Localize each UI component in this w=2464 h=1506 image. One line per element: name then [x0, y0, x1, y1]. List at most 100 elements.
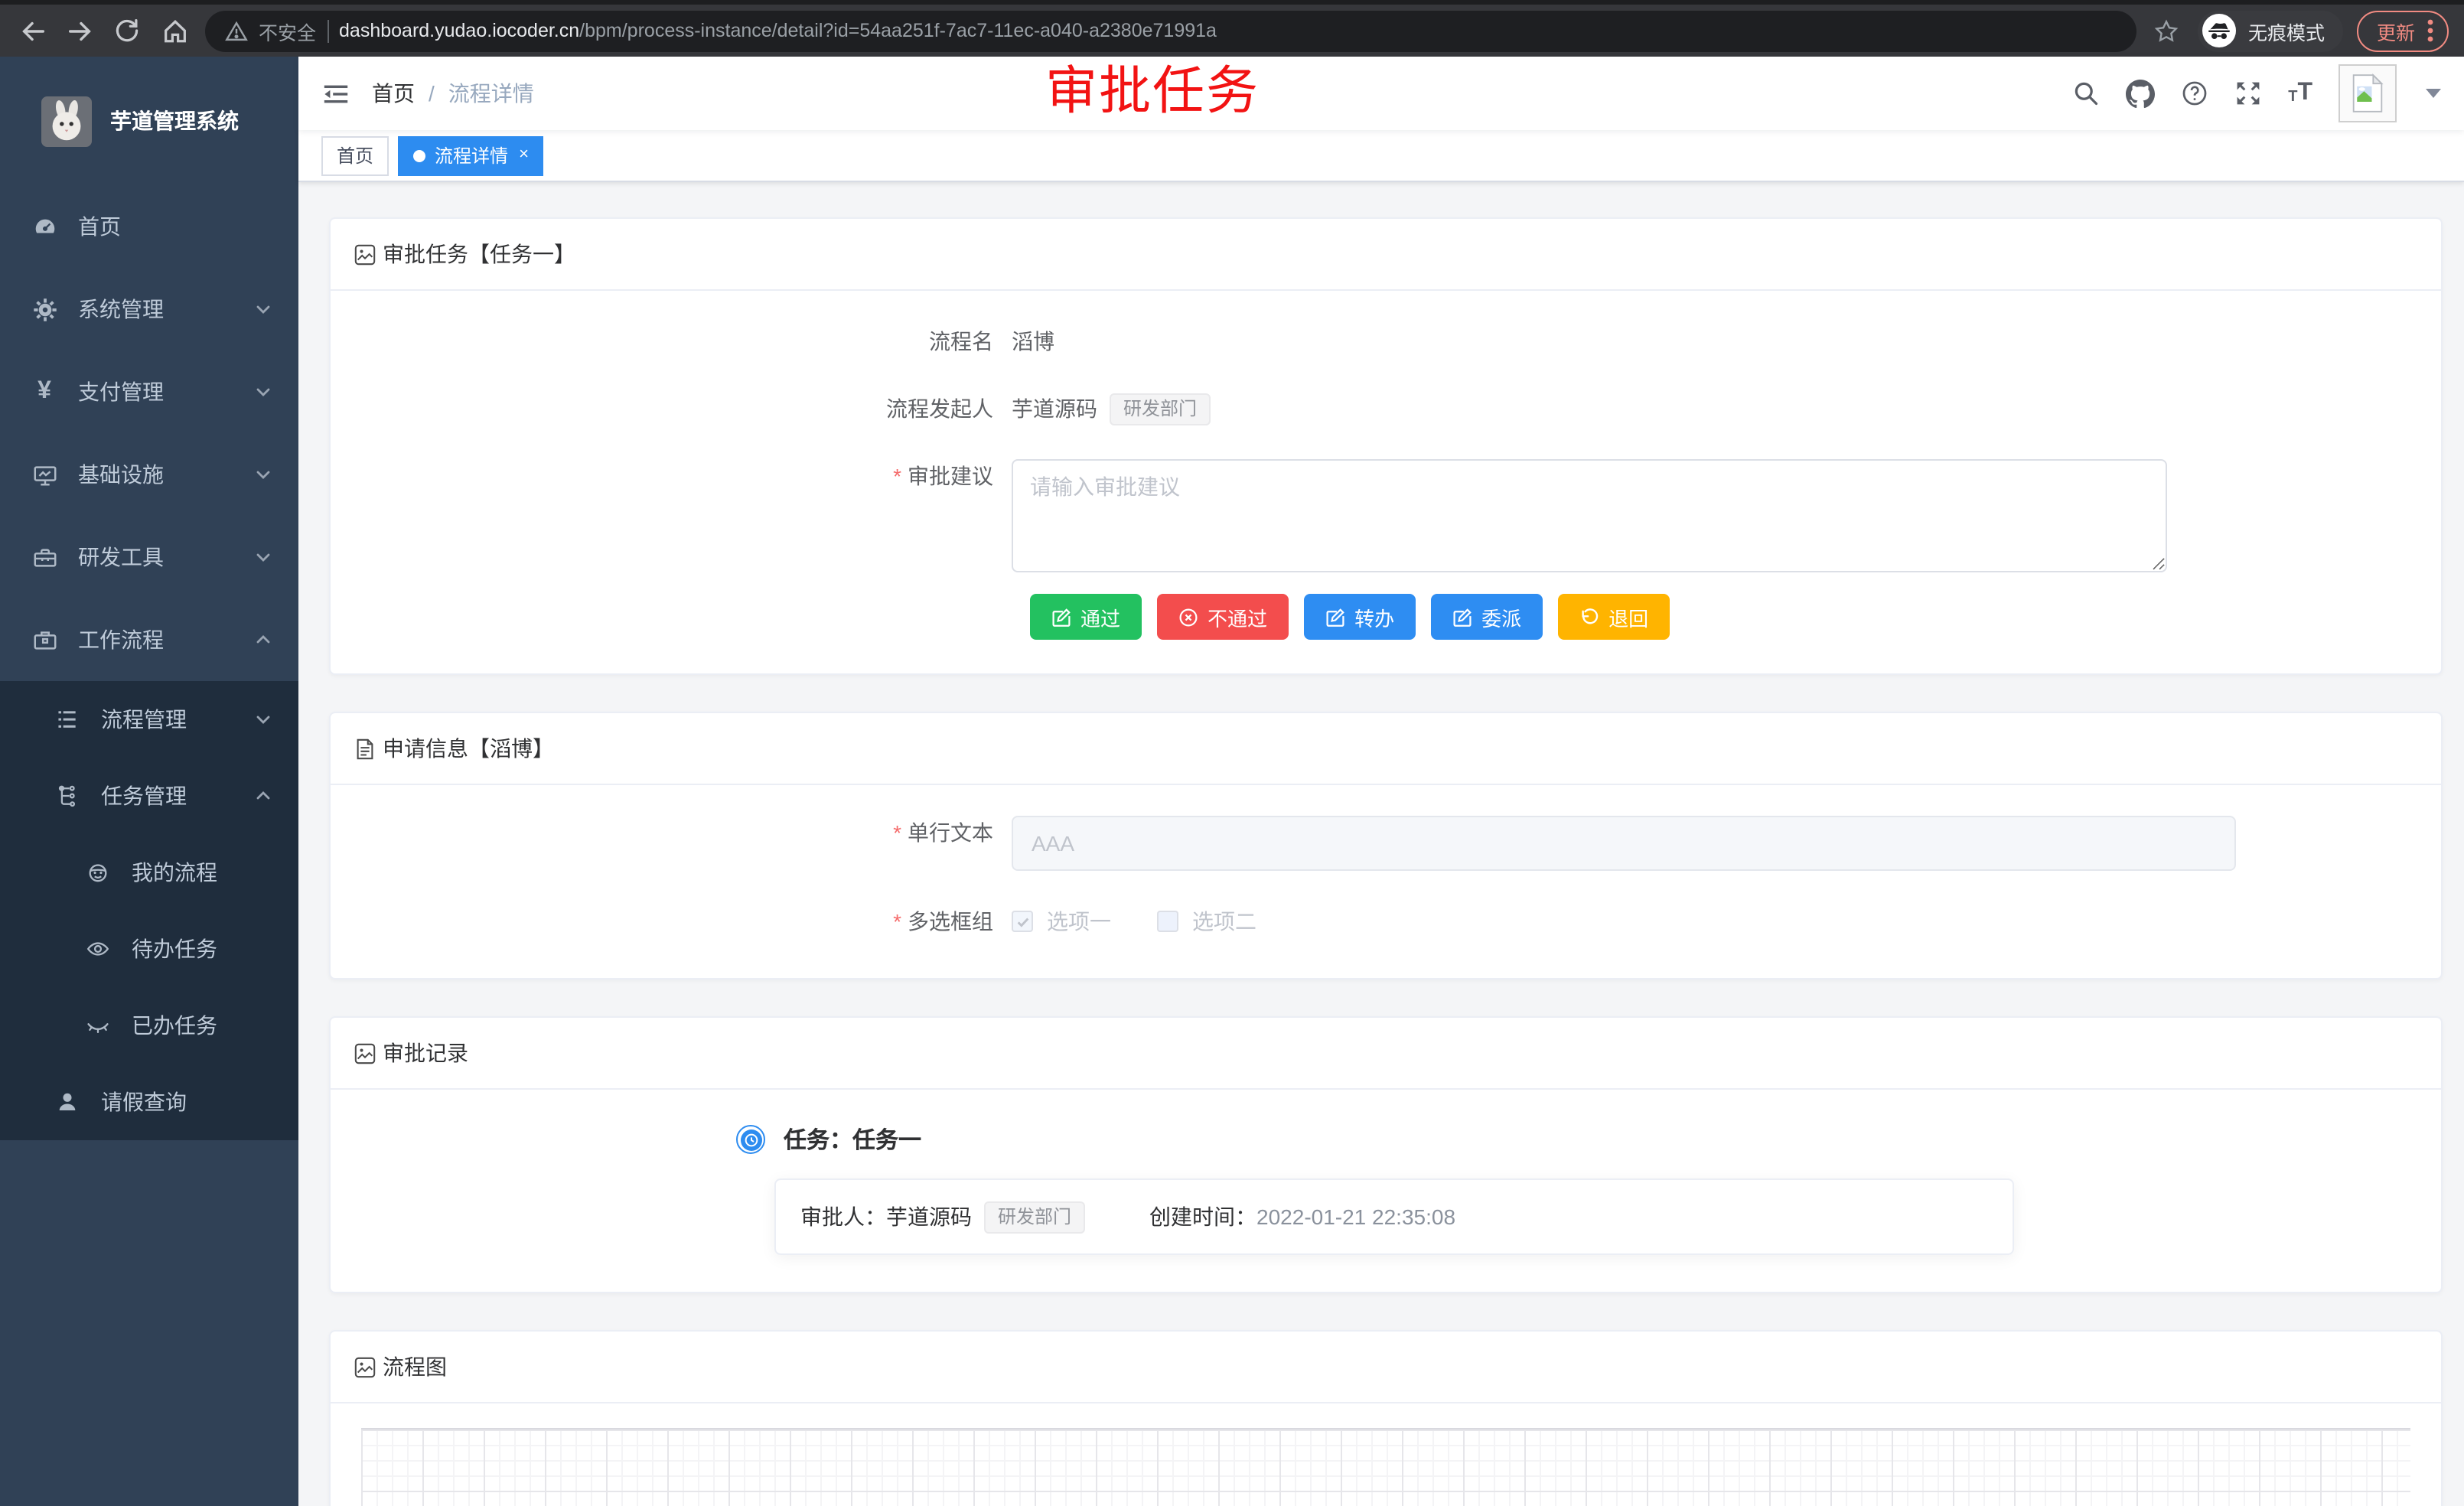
- process-starter-value: 芋道源码: [1012, 392, 1097, 425]
- reload-icon[interactable]: [110, 14, 144, 47]
- button-label: 通过: [1080, 602, 1120, 631]
- process-name-label: 流程名: [782, 324, 1012, 358]
- card-title: 申请信息【滔博】: [383, 733, 554, 764]
- return-button[interactable]: 退回: [1558, 594, 1670, 640]
- sidebar-item-system[interactable]: 系统管理: [0, 268, 298, 350]
- sidebar-item-label: 已办任务: [132, 1010, 217, 1041]
- sidebar-item-payment[interactable]: ¥ 支付管理: [0, 350, 298, 433]
- breadcrumb-separator: /: [429, 81, 435, 106]
- eye-open-icon: [84, 937, 112, 961]
- dashboard-icon: [31, 214, 58, 240]
- browser-update-button[interactable]: 更新: [2357, 10, 2449, 51]
- monitor-icon: [31, 461, 58, 487]
- single-text-input: [1012, 816, 2236, 871]
- app-logo: [41, 96, 92, 146]
- robot-face-icon: [84, 860, 112, 885]
- avatar-dropdown-caret-icon[interactable]: [2426, 89, 2441, 98]
- application-info-card: 申请信息【滔博】 *单行文本 *多选框组: [329, 712, 2443, 980]
- back-icon[interactable]: [15, 14, 49, 47]
- forward-icon[interactable]: [63, 14, 96, 47]
- dept-tag: 研发部门: [984, 1201, 1085, 1233]
- sidebar-item-done-tasks[interactable]: 已办任务: [0, 987, 298, 1064]
- process-diagram-card: 流程图: [329, 1330, 2443, 1506]
- transfer-button[interactable]: 转办: [1304, 594, 1416, 640]
- app-logo-row[interactable]: 芋道管理系统: [0, 57, 298, 185]
- collapse-sidebar-icon[interactable]: [321, 79, 350, 108]
- created-time-label: 创建时间：: [1149, 1201, 1256, 1232]
- sidebar-item-process-management[interactable]: 流程管理: [0, 681, 298, 758]
- process-name-value: 滔博: [1012, 324, 1054, 358]
- required-asterisk: *: [893, 464, 901, 488]
- gear-icon: [31, 296, 58, 322]
- sidebar-item-label: 待办任务: [132, 934, 217, 964]
- sidebar-item-todo-tasks[interactable]: 待办任务: [0, 911, 298, 987]
- bpmn-diagram-canvas[interactable]: [361, 1428, 2410, 1506]
- close-tab-icon[interactable]: ×: [519, 147, 529, 164]
- image-placeholder-icon: [354, 1355, 376, 1378]
- fullscreen-icon[interactable]: [2234, 80, 2262, 107]
- url-bar[interactable]: 不安全 dashboard.yudao.iocoder.cn/bpm/proce…: [205, 10, 2136, 51]
- app-navbar: 首页 / 流程详情 审批任务: [298, 57, 2464, 130]
- help-icon[interactable]: [2181, 80, 2208, 107]
- card-title: 审批任务【任务一】: [383, 239, 575, 269]
- sidebar-item-workflow[interactable]: 工作流程: [0, 598, 298, 681]
- search-icon[interactable]: [2072, 80, 2100, 107]
- tab-home[interactable]: 首页: [321, 135, 389, 175]
- incognito-label: 无痕模式: [2248, 16, 2325, 45]
- screen: 不安全 dashboard.yudao.iocoder.cn/bpm/proce…: [0, 0, 2464, 1506]
- checkbox-label: 选项二: [1192, 906, 1256, 937]
- sidebar-item-label: 首页: [78, 211, 121, 242]
- sidebar-item-label: 任务管理: [101, 781, 187, 811]
- suggestion-textarea[interactable]: [1012, 459, 2167, 572]
- active-tab-dot: [413, 149, 425, 161]
- image-placeholder-icon: [354, 243, 376, 266]
- required-asterisk: *: [893, 820, 901, 845]
- url-text[interactable]: dashboard.yudao.iocoder.cn/bpm/process-i…: [339, 20, 1217, 41]
- sidebar: 芋道管理系统 首页 系统管理 ¥ 支付管理: [0, 57, 298, 1506]
- font-size-icon[interactable]: TT: [2288, 81, 2312, 106]
- avatar[interactable]: [2339, 64, 2397, 122]
- incognito-icon: [2202, 14, 2236, 47]
- sidebar-item-infra[interactable]: 基础设施: [0, 433, 298, 516]
- github-icon[interactable]: [2126, 79, 2155, 108]
- briefcase-icon: [31, 627, 58, 653]
- browser-menu-icon[interactable]: [2421, 18, 2440, 43]
- checkbox-unchecked-icon: [1157, 911, 1178, 932]
- sidebar-item-task-management[interactable]: 任务管理: [0, 758, 298, 834]
- delegate-button[interactable]: 委派: [1431, 594, 1543, 640]
- security-label[interactable]: 不安全: [259, 16, 316, 45]
- checkbox-option-2: 选项二: [1157, 906, 1256, 937]
- button-label: 退回: [1608, 602, 1648, 631]
- chevron-down-icon: [254, 548, 272, 566]
- approver-name: 芋道源码: [886, 1201, 972, 1232]
- breadcrumb-home[interactable]: 首页: [372, 78, 415, 109]
- reject-button[interactable]: 不通过: [1157, 594, 1289, 640]
- workflow-submenu: 流程管理 任务管理 我的流程: [0, 681, 298, 1140]
- sidebar-item-home[interactable]: 首页: [0, 185, 298, 268]
- sidebar-item-label: 支付管理: [78, 376, 164, 407]
- record-detail-box: 审批人： 芋道源码 研发部门 创建时间： 2022-01-21 22:35:08: [774, 1178, 2014, 1255]
- checkbox-checked-icon: [1012, 911, 1033, 932]
- chevron-up-icon: [254, 787, 272, 805]
- checkbox-group-label: *多选框组: [782, 905, 1012, 938]
- sidebar-item-label: 研发工具: [78, 542, 164, 572]
- annotation-text: 审批任务: [1045, 63, 1260, 121]
- suggestion-label: *审批建议: [782, 459, 1012, 572]
- sidebar-item-my-process[interactable]: 我的流程: [0, 834, 298, 911]
- home-icon[interactable]: [158, 14, 191, 47]
- sidebar-item-devtools[interactable]: 研发工具: [0, 516, 298, 598]
- bookmark-star-icon[interactable]: [2150, 14, 2184, 47]
- eye-closed-icon: [84, 1013, 112, 1038]
- sidebar-item-leave-query[interactable]: 请假查询: [0, 1064, 298, 1140]
- document-icon: [354, 737, 376, 760]
- chevron-down-icon: [254, 710, 272, 729]
- button-label: 转办: [1354, 602, 1394, 631]
- sidebar-item-label: 流程管理: [101, 704, 187, 735]
- tags-view-bar: 首页 流程详情 ×: [298, 130, 2464, 182]
- approve-button[interactable]: 通过: [1030, 594, 1142, 640]
- checkbox-label: 选项一: [1047, 906, 1111, 937]
- toolbox-icon: [31, 544, 58, 570]
- list-tree-icon: [54, 707, 81, 732]
- button-label: 委派: [1481, 602, 1521, 631]
- tab-process-detail[interactable]: 流程详情 ×: [398, 135, 544, 175]
